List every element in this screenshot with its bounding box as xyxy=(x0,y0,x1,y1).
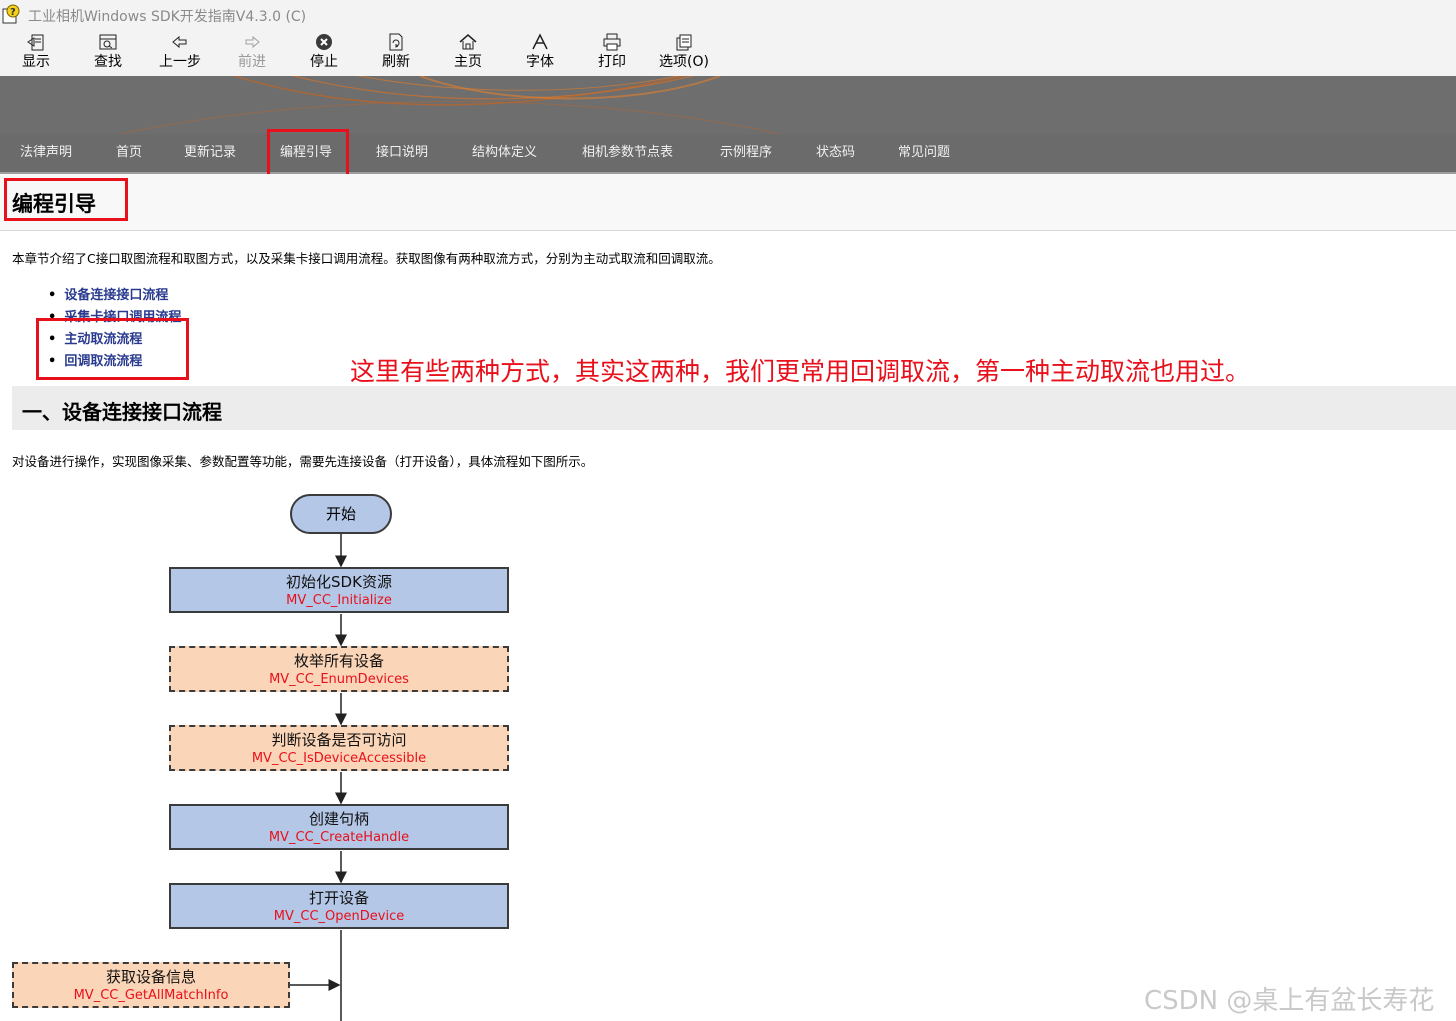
print-icon xyxy=(603,33,621,51)
section-title: 一、设备连接接口流程 xyxy=(22,400,222,424)
watermark: CSDN @桌上有盆长寿花 xyxy=(1144,986,1435,1016)
back-button[interactable]: 上一步 xyxy=(148,30,212,76)
flow-step-is-accessible: 判断设备是否可访问 MV_CC_IsDeviceAccessible xyxy=(169,725,509,771)
bullet: • xyxy=(48,288,57,303)
flow-step-initialize: 初始化SDK资源 MV_CC_Initialize xyxy=(169,567,509,613)
back-label: 上一步 xyxy=(159,54,201,70)
back-icon xyxy=(172,35,187,49)
flow-step-title: 判断设备是否可访问 xyxy=(271,731,407,749)
title-bar: ? 工业相机Windows SDK开发指南V4.3.0 (C) xyxy=(0,0,1456,30)
nav-item-faq[interactable]: 常见问题 xyxy=(898,134,950,172)
help-app-icon: ? xyxy=(2,4,20,24)
flow-step-open-device: 打开设备 MV_CC_OpenDevice xyxy=(169,883,509,929)
flow-step-create-handle: 创建句柄 MV_CC_CreateHandle xyxy=(169,804,509,850)
toc-link-device-connect[interactable]: • 设备连接接口流程 xyxy=(48,284,168,303)
section-header xyxy=(12,386,1456,430)
nav-item-camera-params[interactable]: 相机参数节点表 xyxy=(582,134,673,172)
toc-link-label: 设备连接接口流程 xyxy=(64,288,169,303)
print-label: 打印 xyxy=(598,54,626,70)
home-label: 主页 xyxy=(454,54,482,70)
nav-bar: 法律声明 首页 更新记录 编程引导 接口说明 结构体定义 相机参数节点表 示例程… xyxy=(0,134,1456,174)
flow-step-title: 获取设备信息 xyxy=(105,968,196,986)
nav-item-structs[interactable]: 结构体定义 xyxy=(472,134,537,172)
flow-step-enum-devices: 枚举所有设备 MV_CC_EnumDevices xyxy=(169,646,509,692)
flow-step-api: MV_CC_GetAllMatchInfo xyxy=(73,988,229,1003)
flow-step-api: MV_CC_OpenDevice xyxy=(273,909,405,924)
find-button[interactable]: 查找 xyxy=(76,30,140,76)
flow-step-title: 创建句柄 xyxy=(308,810,369,828)
flow-step-api: MV_CC_Initialize xyxy=(286,593,392,608)
section-text: 对设备进行操作，实现图像采集、参数配置等功能，需要先连接设备（打开设备），具体流… xyxy=(12,454,594,469)
show-button[interactable]: 显示 xyxy=(4,30,68,76)
flow-start-node: 开始 xyxy=(290,494,392,534)
flow-step-title: 打开设备 xyxy=(308,889,369,907)
home-button[interactable]: 主页 xyxy=(436,30,500,76)
font-label: 字体 xyxy=(526,54,554,70)
stop-button[interactable]: 停止 xyxy=(292,30,356,76)
show-icon xyxy=(27,34,44,51)
options-button[interactable]: 选项(O) xyxy=(652,30,716,76)
page-header xyxy=(0,174,1456,231)
forward-button[interactable]: 前进 xyxy=(220,30,284,76)
active-tab-highlight-box xyxy=(267,129,349,178)
red-annotation-note: 这里有些两种方式，其实这两种，我们更常用回调取流，第一种主动取流也用过。 xyxy=(350,357,1251,386)
intro-text: 本章节介绍了C接口取图流程和取图方式，以及采集卡接口调用流程。获取图像有两种取流… xyxy=(12,251,721,266)
font-button[interactable]: 字体 xyxy=(508,30,572,76)
font-icon xyxy=(532,33,548,50)
nav-item-home[interactable]: 首页 xyxy=(116,134,142,172)
forward-icon xyxy=(245,35,260,49)
flow-step-api: MV_CC_CreateHandle xyxy=(268,830,410,845)
options-icon xyxy=(676,34,692,51)
refresh-icon xyxy=(389,33,403,51)
home-icon xyxy=(459,34,477,50)
stop-label: 停止 xyxy=(310,54,338,70)
refresh-button[interactable]: 刷新 xyxy=(364,30,428,76)
refresh-label: 刷新 xyxy=(382,54,410,70)
show-label: 显示 xyxy=(22,54,50,70)
nav-item-status-codes[interactable]: 状态码 xyxy=(816,134,855,172)
svg-text:?: ? xyxy=(10,7,16,18)
nav-item-legal[interactable]: 法律声明 xyxy=(20,134,72,172)
flow-step-api: MV_CC_EnumDevices xyxy=(269,672,409,687)
options-label: 选项(O) xyxy=(659,54,709,70)
flow-step-title: 初始化SDK资源 xyxy=(286,573,392,591)
header-banner xyxy=(0,76,1456,134)
find-label: 查找 xyxy=(94,54,122,70)
find-icon xyxy=(99,34,117,50)
nav-item-api[interactable]: 接口说明 xyxy=(376,134,428,172)
nav-item-samples[interactable]: 示例程序 xyxy=(720,134,772,172)
toc-highlight-box xyxy=(36,318,189,380)
forward-label: 前进 xyxy=(238,54,266,70)
title-highlight-box xyxy=(4,178,128,221)
banner-swoosh-graphic xyxy=(119,76,781,134)
nav-item-changelog[interactable]: 更新记录 xyxy=(184,134,236,172)
toolbar: 显示 查找 上一步 前进 停止 刷新 主页 字体 打印 选项(O) xyxy=(0,30,1456,76)
flow-step-title: 枚举所有设备 xyxy=(293,652,384,670)
stop-icon xyxy=(316,34,332,50)
print-button[interactable]: 打印 xyxy=(580,30,644,76)
flow-step-api: MV_CC_IsDeviceAccessible xyxy=(251,751,427,766)
window-title: 工业相机Windows SDK开发指南V4.3.0 (C) xyxy=(28,9,307,25)
flow-step-get-match-info: 获取设备信息 MV_CC_GetAllMatchInfo xyxy=(12,962,290,1008)
